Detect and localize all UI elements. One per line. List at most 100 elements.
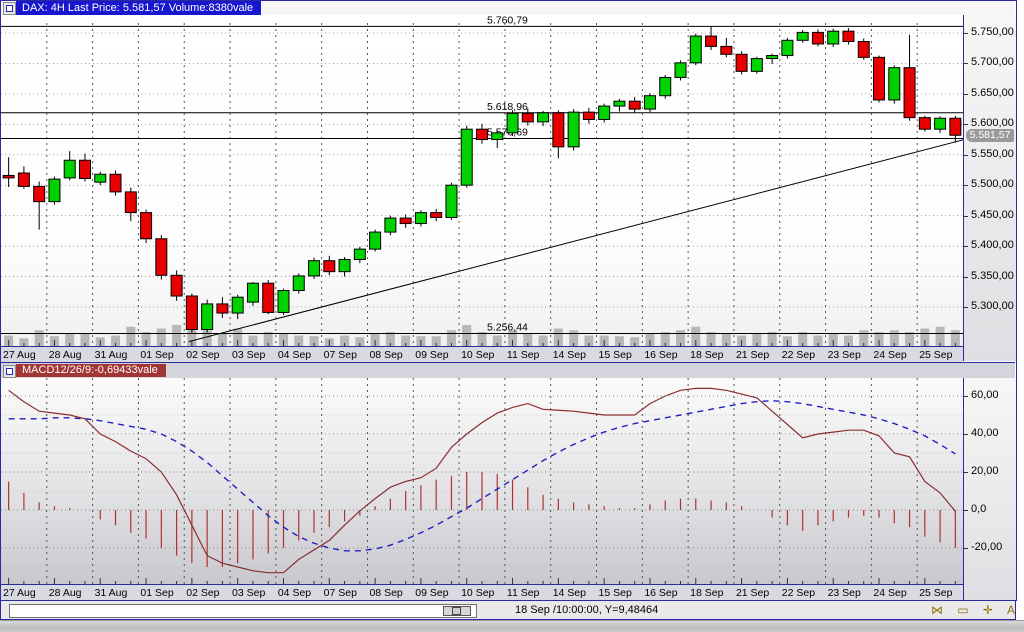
last-price-tag: 5.581,57 [966,129,1014,143]
candle-down [323,260,336,273]
candle-up [277,290,290,313]
axis-tick-mark [964,548,968,549]
axis-tick-mark [964,276,968,278]
candle-down [628,100,641,110]
candle-down [949,117,962,136]
date-label: 15 Sep [598,349,632,361]
candle-down [918,117,931,130]
candle-up [369,231,382,250]
candle-up [750,58,763,72]
date-label: 23 Sep [827,587,861,599]
date-label: 27 Aug [3,587,36,599]
window-bottom-edge [0,620,1024,632]
macd-title[interactable]: MACD12/26/9:-0,69433vale [16,364,166,377]
date-label: 01 Sep [140,587,174,599]
candle-up [292,275,305,292]
candle-up [643,95,656,110]
candle-up [48,178,61,203]
date-label: 11 Sep [506,349,540,361]
axis-tick-label: 5.700,00 [971,56,1014,69]
candlestick-chart[interactable]: 5.760,795.618,965.576,695.256,44 [1,15,963,346]
candle-down [78,159,91,180]
main-title-bar: DAX: 4H Last Price: 5.581,57 Volume:8380… [1,1,1015,15]
date-label: 31 Aug [94,587,128,599]
scrollbar-grip-icon [452,607,461,615]
chart-window-icon[interactable] [3,2,16,15]
bowtie-icon[interactable]: ⋈ [931,603,943,617]
axis-tick-mark [964,434,968,435]
candle-down [430,212,443,218]
date-label: 11 Sep [506,587,540,599]
date-label: 02 Sep [186,349,220,361]
axis-tick-label: 5.300,00 [971,299,1014,312]
date-label: 31 Aug [94,349,128,361]
main-chart-title[interactable]: DAX: 4H Last Price: 5.581,57 Volume:8380… [16,1,262,15]
candle-down [2,174,15,179]
indicator-panel-icon[interactable] [3,365,16,378]
candle-down [216,303,229,314]
candle-down [170,274,183,297]
candle-down [185,295,198,330]
cross-icon[interactable]: ✛ [983,603,993,617]
date-label: 08 Sep [369,349,403,361]
axis-tick-label: 5.600,00 [971,117,1014,130]
candle-down [140,212,153,240]
candle-up [445,184,458,218]
axis-tick-label: 5.500,00 [971,178,1014,191]
axis-tick-mark [964,215,968,217]
date-label: 09 Sep [415,349,449,361]
date-label: 10 Sep [461,349,495,361]
axis-tick-label: 60,00 [971,389,999,401]
main-price-axis: 5.750,00 5.700,00 5.650,00 5.600,00 5.550,00… [963,15,1017,361]
candle-down [582,111,595,120]
candle-down [124,191,137,214]
price-level-label: 5.256,44 [487,321,528,333]
rectangle-icon[interactable]: ▭ [957,603,968,617]
status-icon-tray: ⋈ ▭ ✛ A [931,603,1015,617]
candle-down [155,238,168,276]
date-label: 24 Sep [873,349,907,361]
letter-a-icon[interactable]: A [1007,603,1015,617]
candle-down [720,45,733,55]
date-label: 07 Sep [323,349,357,361]
date-label: 02 Sep [186,587,220,599]
candle-down [17,172,30,187]
date-label: 18 Sep [690,587,724,599]
axis-tick-mark [964,472,968,473]
candle-up [613,100,626,107]
candle-up [598,105,611,120]
date-label: 09 Sep [415,587,449,599]
axis-tick-mark [964,396,968,397]
date-label: 03 Sep [232,349,266,361]
macd-chart[interactable] [1,378,963,584]
candle-up [766,55,779,60]
date-label: 23 Sep [827,349,861,361]
date-label: 25 Sep [919,587,953,599]
candle-up [460,128,473,186]
axis-tick-mark [964,63,968,65]
date-label: 08 Sep [369,587,403,599]
axis-tick-mark [964,185,968,187]
horizontal-scrollbar[interactable] [9,604,477,618]
candle-down [521,112,534,123]
candle-down [109,173,122,193]
volume-layer [4,323,960,346]
macd-value-axis: 60,00 40,00 20,00 0,0 -20,00 [963,378,1017,600]
trading-app-window: DAX: 4H Last Price: 5.581,57 Volume:8380… [0,0,1024,632]
candle-up [827,30,840,45]
axis-tick-label: 5.750,00 [971,26,1014,38]
axis-tick-label: 5.350,00 [971,269,1014,282]
candle-up [338,258,351,273]
candle-up [537,112,550,123]
date-label: 28 Aug [48,349,82,361]
candle-up [689,35,702,64]
axis-tick-mark [964,124,968,126]
price-level-label: 5.760,79 [487,15,528,26]
scrollbar-thumb[interactable] [443,606,471,616]
status-bar: 18 Sep /10:00:00, Y=9,48464 ⋈ ▭ ✛ A [0,601,1016,620]
candle-up [781,39,794,57]
axis-tick-label: 5.450,00 [971,208,1014,221]
candle-down [476,128,488,141]
date-label: 04 Sep [277,349,312,361]
candle-up [414,212,427,225]
